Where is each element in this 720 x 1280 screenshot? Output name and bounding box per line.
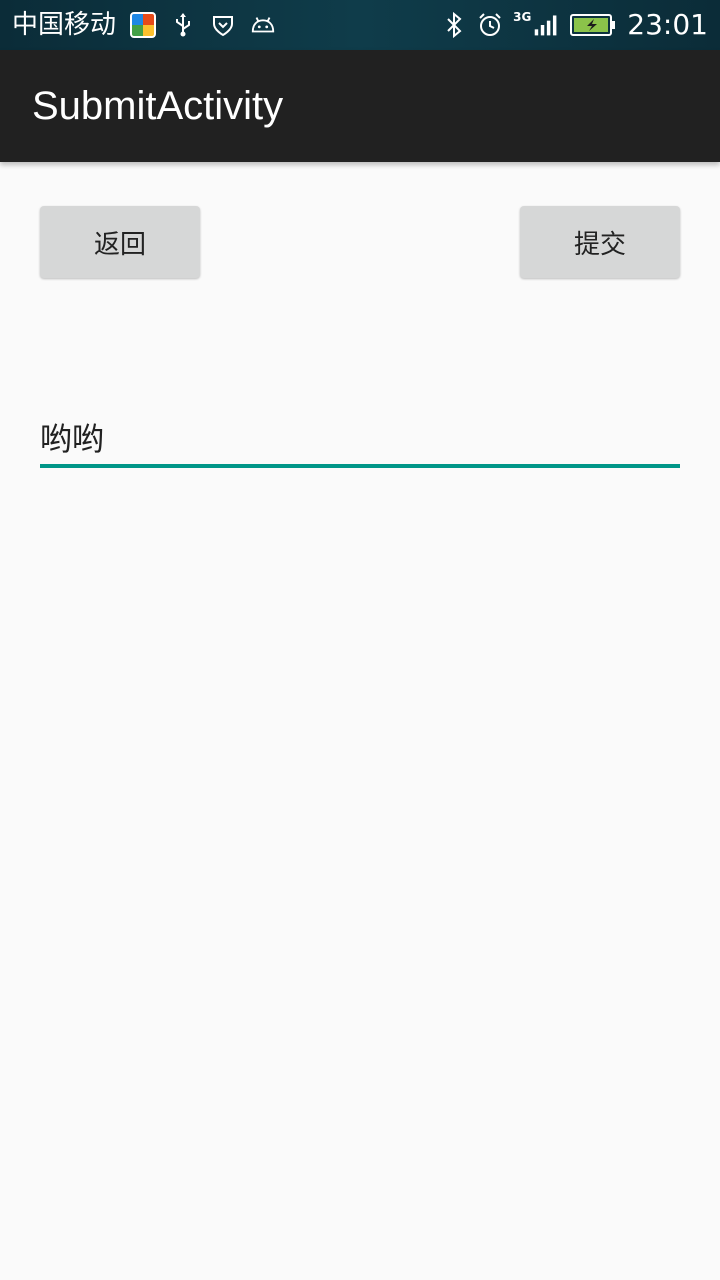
text-input[interactable] bbox=[40, 410, 680, 464]
bluetooth-icon bbox=[441, 12, 467, 38]
network-type-label: 3G bbox=[513, 10, 532, 24]
page-title: SubmitActivity bbox=[32, 83, 284, 128]
carrier-name: 中国移动 bbox=[12, 10, 117, 40]
signal-icon bbox=[533, 12, 559, 38]
app-badge-icon bbox=[130, 12, 157, 38]
status-bar: 中国移动 3G 23:01 bbox=[0, 0, 720, 50]
app-bar: SubmitActivity bbox=[0, 50, 720, 162]
android-icon bbox=[250, 12, 276, 38]
back-button[interactable]: 返回 bbox=[40, 206, 200, 278]
status-left: 中国移动 bbox=[12, 0, 276, 50]
alarm-icon bbox=[477, 12, 503, 38]
usb-icon bbox=[170, 12, 196, 38]
shield-icon bbox=[210, 12, 236, 38]
submit-button[interactable]: 提交 bbox=[520, 206, 680, 278]
clock: 23:01 bbox=[627, 8, 708, 41]
battery-icon bbox=[569, 12, 617, 38]
text-input-container bbox=[40, 410, 680, 468]
status-right: 3G 23:01 bbox=[441, 0, 708, 50]
